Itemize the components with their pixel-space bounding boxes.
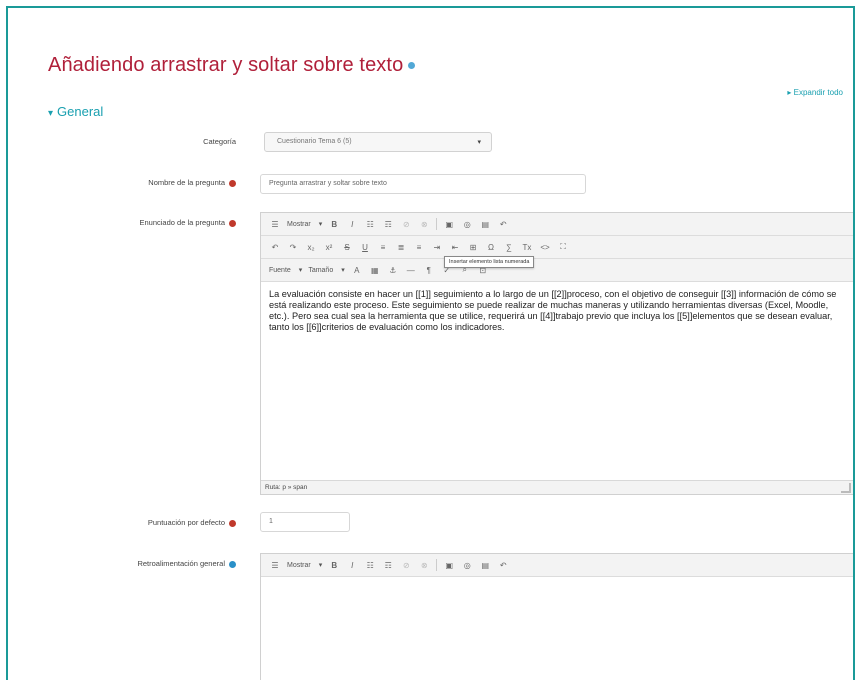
nonbreaking-icon[interactable]: ¶ <box>423 264 435 276</box>
category-label: Categoría <box>203 137 236 146</box>
help-icon[interactable] <box>408 62 416 70</box>
outdent-icon[interactable]: ⇤ <box>449 241 461 253</box>
general-feedback-label: Retroalimentación general <box>36 559 236 568</box>
question-name-input[interactable]: Pregunta arrastrar y soltar sobre texto <box>260 174 586 194</box>
required-icon <box>229 219 236 227</box>
paragraph-format-dropdown[interactable]: Mostrar ▾ <box>287 561 322 570</box>
bullet-list-icon[interactable]: ☷ <box>364 218 376 230</box>
italic-icon[interactable]: I <box>346 559 358 571</box>
strikethrough-icon[interactable]: S <box>341 241 353 253</box>
required-icon <box>229 519 236 527</box>
toolbar-toggle-icon[interactable]: ☰ <box>269 559 281 571</box>
feedback-toolbar-row-1: ☰ Mostrar ▾ B I ☷ ☶ ⊘ ⊗ ▣ ◎ ▤ ↶ <box>261 554 853 577</box>
media-icon[interactable]: ◎ <box>461 218 473 230</box>
undo-icon[interactable]: ↶ <box>497 559 509 571</box>
numbered-list-icon[interactable]: ☶ <box>382 559 394 571</box>
image-icon[interactable]: ▣ <box>443 218 455 230</box>
help-icon[interactable] <box>229 560 236 568</box>
indent-icon[interactable]: ⇥ <box>431 241 443 253</box>
special-char-icon[interactable]: Ω <box>485 241 497 253</box>
hr-icon[interactable]: ― <box>405 264 417 276</box>
element-path: Ruta: p » span <box>265 484 308 491</box>
category-selected-value: Cuestionario Tema 6 (5) <box>277 138 352 145</box>
general-feedback-editor[interactable]: ☰ Mostrar ▾ B I ☷ ☶ ⊘ ⊗ ▣ ◎ ▤ ↶ <box>260 553 853 680</box>
underline-icon[interactable]: U <box>359 241 371 253</box>
media-icon[interactable]: ◎ <box>461 559 473 571</box>
fullscreen-icon[interactable]: ⛶ <box>557 241 569 253</box>
image-icon[interactable]: ▣ <box>443 559 455 571</box>
page-title: Añadiendo arrastrar y soltar sobre texto <box>48 54 416 77</box>
subscript-icon[interactable]: x₂ <box>305 241 317 253</box>
toolbar-separator <box>436 559 438 571</box>
page-frame: Añadiendo arrastrar y soltar sobre texto… <box>6 6 855 680</box>
toolbar-toggle-icon[interactable]: ☰ <box>269 218 281 230</box>
section-general-label: General <box>57 104 104 119</box>
unlink-icon[interactable]: ⊗ <box>418 559 430 571</box>
font-family-dropdown[interactable]: Fuente ▾ <box>269 266 302 275</box>
section-general-toggle[interactable]: ▾ General <box>48 104 103 119</box>
align-center-icon[interactable]: ≣ <box>395 241 407 253</box>
question-text-editor[interactable]: ☰ Mostrar ▾ B I ☷ ☶ ⊘ ⊗ ▣ ◎ ▤ ↶ ↶ ↷ x₂ x²… <box>260 212 853 495</box>
category-select[interactable]: Cuestionario Tema 6 (5) ▾ <box>264 132 492 152</box>
file-icon[interactable]: ▤ <box>479 559 491 571</box>
redo-arrow-icon[interactable]: ↷ <box>287 241 299 253</box>
equation-icon[interactable]: ∑ <box>503 241 515 253</box>
question-text-label: Enunciado de la pregunta <box>36 218 236 227</box>
undo-arrow-icon[interactable]: ↶ <box>269 241 281 253</box>
editor-toolbar-row-1: ☰ Mostrar ▾ B I ☷ ☶ ⊘ ⊗ ▣ ◎ ▤ ↶ <box>261 213 853 236</box>
anchor-icon[interactable]: ⚓ <box>387 264 399 276</box>
link-icon[interactable]: ⊘ <box>400 218 412 230</box>
question-name-label: Nombre de la pregunta <box>36 178 236 187</box>
numbered-list-icon[interactable]: ☶ <box>382 218 394 230</box>
collapse-caret-icon: ▾ <box>48 108 54 119</box>
required-icon <box>229 179 236 187</box>
superscript-icon[interactable]: x² <box>323 241 335 253</box>
undo-icon[interactable]: ↶ <box>497 218 509 230</box>
background-color-icon[interactable]: ▦ <box>369 264 381 276</box>
link-icon[interactable]: ⊘ <box>400 559 412 571</box>
editor-toolbar-row-2: ↶ ↷ x₂ x² S U ≡ ≣ ≡ ⇥ ⇤ ⊞ Ω ∑ Tx <> ⛶ <box>261 236 853 259</box>
code-icon[interactable]: <> <box>539 241 551 253</box>
paragraph-format-dropdown[interactable]: Mostrar ▾ <box>287 220 322 229</box>
align-right-icon[interactable]: ≡ <box>413 241 425 253</box>
bullet-list-icon[interactable]: ☷ <box>364 559 376 571</box>
toolbar-separator <box>436 218 438 230</box>
expand-all-link[interactable]: ▸ Expandir todo <box>787 88 843 97</box>
editor-toolbar-row-3: Fuente ▾ Tamaño ▾ A ▦ ⚓ ― ¶ ✓ ⌕ ⊡ <box>261 259 853 282</box>
general-feedback-content[interactable] <box>261 577 853 591</box>
editor-statusbar: Ruta: p » span <box>261 480 853 494</box>
default-mark-input[interactable]: 1 <box>260 512 350 532</box>
italic-icon[interactable]: I <box>346 218 358 230</box>
bold-icon[interactable]: B <box>328 559 340 571</box>
toolbar-tooltip: Insertar elemento lista numerada <box>444 256 535 268</box>
clear-format-icon[interactable]: Tx <box>521 241 533 253</box>
bold-icon[interactable]: B <box>328 218 340 230</box>
dropdown-arrow-icon: ▾ <box>477 139 481 146</box>
font-size-dropdown[interactable]: Tamaño ▾ <box>308 266 344 275</box>
default-mark-label: Puntuación por defecto <box>36 518 236 527</box>
align-left-icon[interactable]: ≡ <box>377 241 389 253</box>
text-color-icon[interactable]: A <box>351 264 363 276</box>
question-text-content[interactable]: La evaluación consiste en hacer un [[1]]… <box>261 282 853 340</box>
unlink-icon[interactable]: ⊗ <box>418 218 430 230</box>
table-icon[interactable]: ⊞ <box>467 241 479 253</box>
resize-handle-icon[interactable] <box>841 483 851 493</box>
file-icon[interactable]: ▤ <box>479 218 491 230</box>
